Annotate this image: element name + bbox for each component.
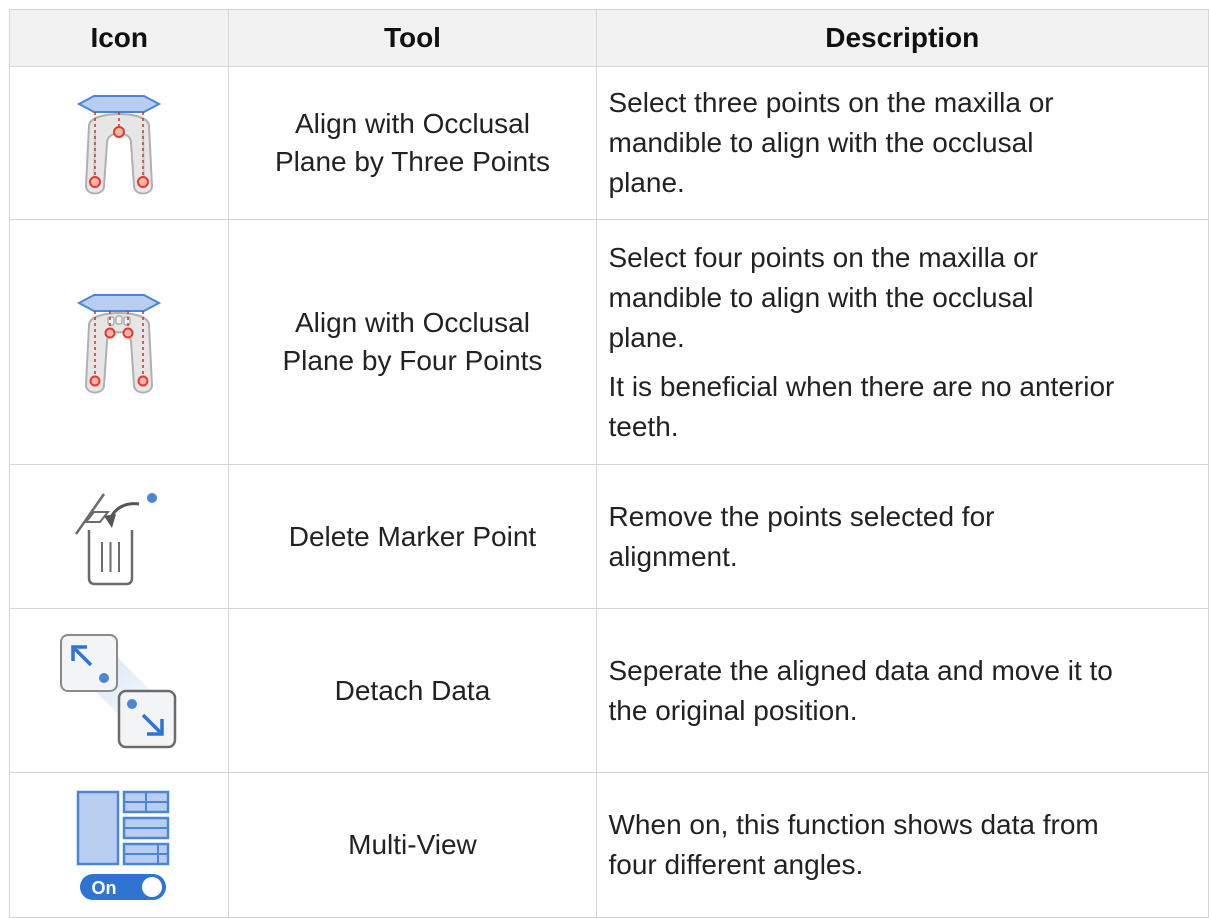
tool-description: When on, this function shows data from f… [595, 772, 1209, 918]
tool-name: Multi-View [228, 772, 597, 918]
multi-view-icon: On [76, 790, 170, 900]
detach-data-icon [60, 633, 177, 748]
tool-description: Remove the points selected for alignment… [595, 464, 1209, 609]
multi-view-on-label: On [92, 878, 117, 898]
header-icon: Icon [8, 9, 230, 67]
tool-name: Align with Occlusal Plane by Three Point… [228, 66, 597, 220]
icon-cell [8, 219, 230, 465]
align-four-points-icon [77, 294, 162, 394]
table-row: On Multi-View When on, this function sho… [8, 772, 1209, 918]
header-description: Description [595, 9, 1209, 67]
table-row: Delete Marker Point Remove the points se… [8, 464, 1209, 609]
table-row: Detach Data Seperate the aligned data an… [8, 608, 1209, 773]
align-three-points-icon [77, 95, 162, 195]
delete-marker-point-icon [75, 492, 158, 585]
tool-description: Seperate the aligned data and move it to… [595, 608, 1209, 773]
tool-description: Select four points on the maxilla or man… [595, 219, 1209, 465]
header-tool: Tool [228, 9, 597, 67]
icon-cell [8, 464, 230, 609]
icon-cell [8, 66, 230, 220]
icon-cell [8, 608, 230, 773]
table-row: Align with Occlusal Plane by Four Points… [8, 219, 1209, 465]
tool-name: Align with Occlusal Plane by Four Points [228, 219, 597, 465]
tool-description: Select three points on the maxilla or ma… [595, 66, 1209, 220]
icon-cell: On [8, 772, 230, 918]
tool-name: Detach Data [228, 608, 597, 773]
table-row: Align with Occlusal Plane by Three Point… [8, 66, 1209, 220]
table-header-row: Icon Tool Description [8, 9, 1209, 67]
tools-table: Icon Tool Description Align with Occlusa… [8, 9, 1209, 918]
tool-name: Delete Marker Point [228, 464, 597, 609]
